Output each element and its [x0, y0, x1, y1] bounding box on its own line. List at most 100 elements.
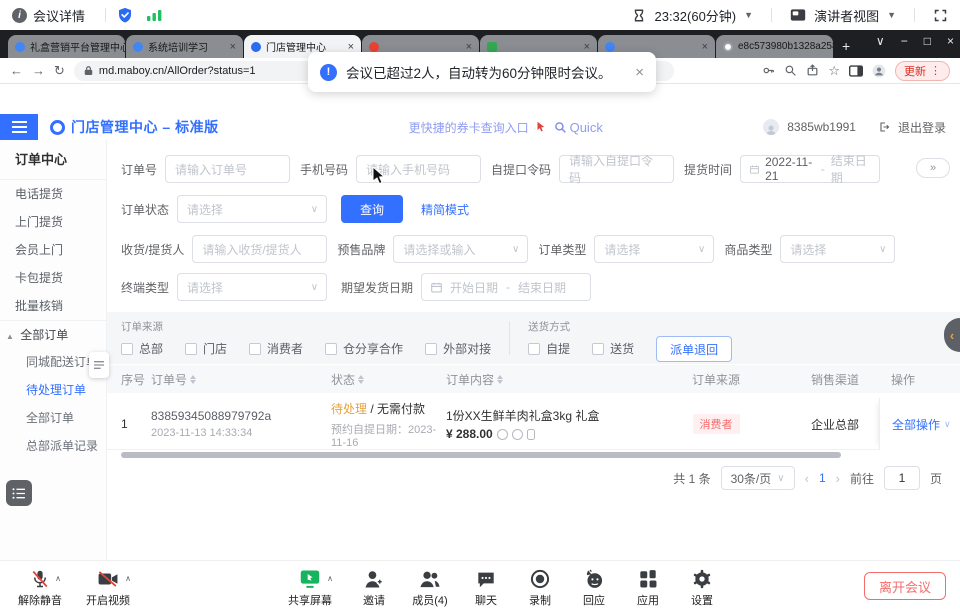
goto-page-input[interactable]: 1 [884, 466, 920, 490]
sidebar-item-all-orders[interactable]: 全部订单 [0, 404, 106, 432]
all-actions-link[interactable]: 全部操作 [892, 416, 940, 433]
view-dropdown-icon[interactable]: ▼ [887, 10, 896, 20]
share-icon[interactable] [806, 64, 819, 77]
unmute-button[interactable]: ∧ 解除静音 [12, 568, 68, 608]
video-options-chevron[interactable]: ∧ [125, 574, 131, 583]
logout-label[interactable]: 退出登录 [898, 119, 946, 136]
settings-button[interactable]: 设置 [674, 568, 730, 608]
bookmark-star-icon[interactable]: ☆ [828, 63, 840, 79]
sort-icon[interactable] [358, 375, 364, 384]
chat-button[interactable]: 聊天 [458, 568, 514, 608]
sidebar-item-hq-dispatch[interactable]: 总部派单记录 [0, 432, 106, 460]
sidebar-item-batch-verify[interactable]: 批量核销 [0, 292, 106, 320]
sidebar-item-pending-orders[interactable]: 待处理订单 [0, 376, 106, 404]
invite-button[interactable]: 邀请 [346, 568, 402, 608]
sidebar-item-phone-pickup[interactable]: 电话提货 [0, 180, 106, 208]
meeting-detail-label[interactable]: 会议详情 [33, 6, 85, 25]
sidebar-item-card-pickup[interactable]: 卡包提货 [0, 264, 106, 292]
browser-tab[interactable]: 系统培训学习 × [126, 35, 243, 58]
checkbox-consumer[interactable]: 消费者 [249, 340, 303, 357]
order-type-select[interactable]: 请选择 [594, 235, 714, 263]
expand-filters-button[interactable]: » [916, 158, 950, 178]
checkbox-icon[interactable] [249, 343, 261, 355]
network-signal-icon[interactable] [146, 7, 164, 23]
window-maximize-icon[interactable]: □ [924, 34, 931, 48]
simple-mode-link[interactable]: 精简模式 [421, 201, 469, 218]
window-minimize-icon[interactable]: − [901, 34, 908, 48]
presale-brand-select[interactable]: 请选择或输入 [393, 235, 528, 263]
user-avatar[interactable] [763, 119, 779, 135]
order-no-input[interactable]: 请输入订单号 [165, 155, 290, 183]
mute-options-chevron[interactable]: ∧ [55, 574, 61, 583]
table-row[interactable]: 1 83859345088979792a 2023-11-13 14:33:34… [107, 398, 960, 450]
browser-update-button[interactable]: 更新 ⋮ [895, 61, 950, 81]
start-video-button[interactable]: ∧ 开启视频 [80, 568, 136, 608]
tab-close-icon[interactable]: × [466, 41, 472, 53]
checkbox-store[interactable]: 门店 [185, 340, 227, 357]
forward-icon[interactable]: → [32, 63, 45, 78]
pickup-code-input[interactable]: 请输入自提口令码 [559, 155, 674, 183]
notification-close-icon[interactable]: × [635, 64, 644, 81]
checkbox-hq[interactable]: 总部 [121, 340, 163, 357]
terminal-type-select[interactable]: 请选择 [177, 273, 327, 301]
security-shield-icon[interactable] [116, 6, 134, 24]
checkbox-icon[interactable] [325, 343, 337, 355]
reactions-button[interactable]: 回应 [566, 568, 622, 608]
goods-type-select[interactable]: 请选择 [780, 235, 895, 263]
checkbox-icon[interactable] [121, 343, 133, 355]
checkbox-icon[interactable] [592, 343, 604, 355]
quick-list-float-button[interactable] [6, 480, 32, 506]
checkbox-self-pickup[interactable]: 自提 [528, 340, 570, 357]
current-page[interactable]: 1 [819, 471, 826, 485]
sidebar-item-member-visit[interactable]: 会员上门 [0, 236, 106, 264]
fullscreen-icon[interactable] [933, 8, 948, 23]
side-panel-icon[interactable] [849, 65, 863, 77]
password-key-icon[interactable] [762, 64, 775, 77]
sort-icon[interactable] [190, 375, 196, 384]
checkbox-delivery[interactable]: 送货 [592, 340, 634, 357]
view-mode-label[interactable]: 演讲者视图 [814, 6, 879, 25]
checkbox-icon[interactable] [528, 343, 540, 355]
checkbox-icon[interactable] [185, 343, 197, 355]
sidebar-toggle-button[interactable] [0, 114, 38, 140]
search-button[interactable]: 查询 [341, 195, 403, 223]
tab-close-icon[interactable]: × [702, 41, 708, 53]
tab-close-icon[interactable]: × [348, 41, 354, 53]
tab-close-icon[interactable]: × [230, 41, 236, 53]
checkbox-external[interactable]: 外部对接 [425, 340, 491, 357]
dispatch-return-button[interactable]: 派单退回 [656, 336, 732, 362]
share-options-chevron[interactable]: ∧ [327, 574, 333, 583]
horizontal-scrollbar[interactable] [121, 452, 841, 458]
tab-close-icon[interactable]: × [584, 41, 590, 53]
leave-meeting-button[interactable]: 离开会议 [864, 572, 946, 600]
browser-tab[interactable]: e8c573980b1328a258fd2e6f8 × [716, 35, 833, 58]
row-actions-cell[interactable]: 全部操作 ∨ [879, 398, 960, 450]
window-close-icon[interactable]: × [947, 34, 954, 48]
checkbox-warehouse-coop[interactable]: 仓分享合作 [325, 340, 403, 357]
record-button[interactable]: 录制 [512, 568, 568, 608]
meeting-info-icon[interactable]: i [12, 8, 27, 23]
next-page-button[interactable]: › [836, 471, 840, 486]
page-size-select[interactable]: 30条/页 ∨ [721, 466, 795, 490]
pickup-time-range[interactable]: 2022-11-21 - 结束日期 [740, 155, 880, 183]
back-icon[interactable]: ← [10, 63, 23, 78]
tab-search-icon[interactable]: ∨ [876, 34, 885, 48]
share-screen-button[interactable]: ∧ 共享屏幕 [282, 568, 338, 608]
apps-button[interactable]: 应用 [620, 568, 676, 608]
sidebar-item-door-pickup[interactable]: 上门提货 [0, 208, 106, 236]
zoom-icon[interactable] [784, 64, 797, 77]
promo-link[interactable]: 更快捷的券卡查询入口 [409, 119, 546, 136]
new-tab-button[interactable]: + [842, 38, 850, 54]
quick-search-link[interactable]: Quick [554, 120, 603, 135]
prev-page-button[interactable]: ‹ [805, 471, 809, 486]
sidebar-group-all-orders[interactable]: ▲ 全部订单 [0, 320, 106, 348]
sidebar-drag-handle[interactable] [89, 352, 109, 378]
browser-tab[interactable]: 礼盒营销平台管理中心 × [8, 35, 125, 58]
order-status-select[interactable]: 请选择 [177, 195, 327, 223]
receiver-input[interactable]: 请输入收货/提货人 [192, 235, 327, 263]
logout-icon[interactable] [878, 121, 890, 133]
timer-dropdown-icon[interactable]: ▼ [744, 10, 753, 20]
ship-date-range[interactable]: 开始日期 - 结束日期 [421, 273, 591, 301]
reload-icon[interactable]: ↻ [54, 63, 65, 79]
sort-icon[interactable] [497, 375, 503, 384]
